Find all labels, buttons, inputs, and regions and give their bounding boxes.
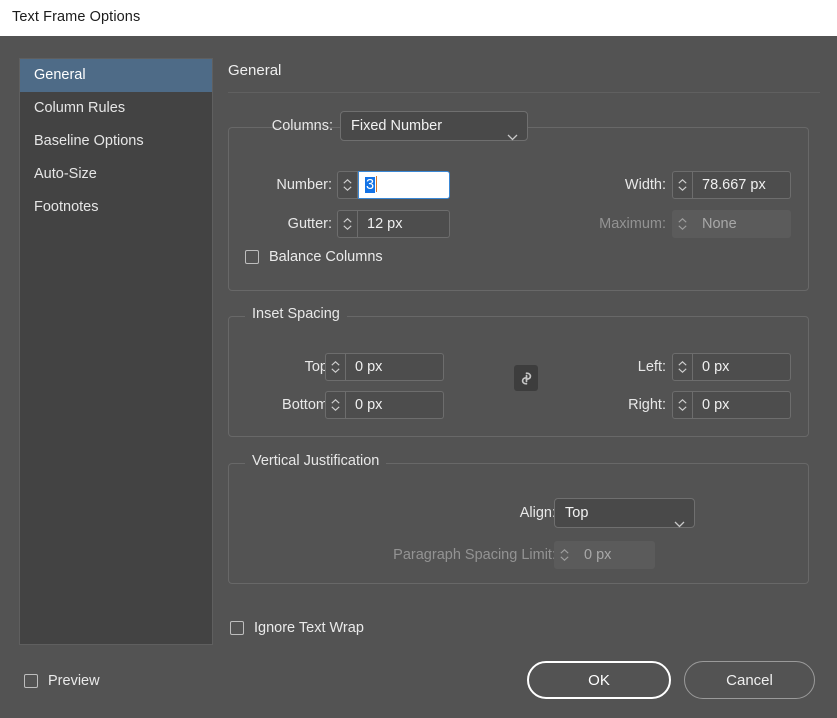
inset-right-stepper[interactable] bbox=[672, 391, 693, 419]
stepper-up-icon[interactable] bbox=[678, 361, 687, 366]
vertical-align-value: Top bbox=[565, 505, 589, 521]
checkbox-box[interactable] bbox=[230, 621, 244, 635]
columns-maximum-stepper bbox=[672, 210, 693, 238]
columns-gutter-input[interactable]: 12 px bbox=[358, 210, 450, 238]
preview-checkbox[interactable]: Preview bbox=[24, 673, 100, 689]
inset-bottom-input[interactable]: 0 px bbox=[346, 391, 444, 419]
columns-width-label: Width: bbox=[624, 177, 666, 193]
stepper-down-icon[interactable] bbox=[343, 186, 352, 191]
title-bar: Text Frame Options bbox=[0, 0, 837, 36]
stepper-down-icon bbox=[678, 225, 687, 230]
chevron-down-icon bbox=[674, 510, 685, 528]
columns-type-value: Fixed Number bbox=[351, 118, 443, 134]
sidebar-item-label: Footnotes bbox=[34, 199, 99, 215]
inset-top-input[interactable]: 0 px bbox=[346, 353, 444, 381]
inset-left-input[interactable]: 0 px bbox=[693, 353, 791, 381]
vertical-align-select[interactable]: Top bbox=[554, 498, 695, 528]
sidebar-item-auto-size[interactable]: Auto-Size bbox=[20, 158, 212, 191]
window-title: Text Frame Options bbox=[12, 9, 141, 25]
sidebar-item-label: General bbox=[34, 67, 86, 83]
inset-spacing-legend: Inset Spacing bbox=[245, 306, 347, 322]
columns-number-stepper[interactable] bbox=[337, 171, 358, 199]
inset-bottom-label: Bottom: bbox=[282, 397, 332, 413]
columns-type-label: Columns: bbox=[271, 118, 333, 134]
stepper-down-icon bbox=[560, 556, 569, 561]
columns-width-stepper[interactable] bbox=[672, 171, 693, 199]
stepper-up-icon[interactable] bbox=[678, 399, 687, 404]
stepper-down-icon[interactable] bbox=[331, 368, 340, 373]
stepper-up-icon bbox=[560, 549, 569, 554]
sidebar-item-column-rules[interactable]: Column Rules bbox=[20, 92, 212, 125]
stepper-down-icon[interactable] bbox=[678, 406, 687, 411]
vertical-justification-legend: Vertical Justification bbox=[245, 453, 387, 469]
page-title: General bbox=[228, 62, 282, 79]
ok-button[interactable]: OK bbox=[527, 661, 671, 699]
ok-button-label: OK bbox=[588, 671, 610, 689]
inset-left-value: 0 px bbox=[702, 359, 730, 375]
inset-top-value: 0 px bbox=[355, 359, 383, 375]
checkbox-box[interactable] bbox=[24, 674, 38, 688]
columns-number-value: 3 bbox=[365, 177, 376, 193]
balance-columns-checkbox[interactable]: Balance Columns bbox=[245, 249, 383, 265]
inset-bottom-value: 0 px bbox=[355, 397, 383, 413]
chain-link-icon[interactable] bbox=[514, 365, 538, 391]
pane-divider bbox=[228, 92, 820, 93]
stepper-up-icon[interactable] bbox=[331, 399, 340, 404]
inset-left-stepper[interactable] bbox=[672, 353, 693, 381]
text-frame-options-dialog: Text Frame Options General Column Rules … bbox=[0, 0, 837, 718]
cancel-button[interactable]: Cancel bbox=[684, 661, 815, 699]
columns-number-input[interactable]: 3 bbox=[358, 171, 450, 199]
cancel-button-label: Cancel bbox=[726, 671, 773, 689]
inset-top-stepper[interactable] bbox=[325, 353, 346, 381]
paragraph-spacing-limit-input: 0 px bbox=[575, 541, 655, 569]
stepper-up-icon[interactable] bbox=[343, 179, 352, 184]
sidebar-item-general[interactable]: General bbox=[20, 59, 212, 92]
columns-maximum-input: None bbox=[693, 210, 791, 238]
columns-gutter-stepper[interactable] bbox=[337, 210, 358, 238]
columns-width-value: 78.667 px bbox=[702, 177, 766, 193]
stepper-up-icon[interactable] bbox=[343, 218, 352, 223]
columns-maximum-value: None bbox=[702, 216, 737, 232]
inset-top-label: Top: bbox=[304, 359, 332, 375]
sidebar-nav-list: General Column Rules Baseline Options Au… bbox=[19, 58, 213, 645]
ignore-text-wrap-checkbox[interactable]: Ignore Text Wrap bbox=[230, 620, 364, 636]
preview-label: Preview bbox=[48, 673, 100, 689]
paragraph-spacing-limit-label: Paragraph Spacing Limit: bbox=[393, 547, 556, 563]
stepper-down-icon[interactable] bbox=[331, 406, 340, 411]
ignore-text-wrap-label: Ignore Text Wrap bbox=[254, 620, 364, 636]
inset-right-label: Right: bbox=[628, 397, 666, 413]
dialog-body: General Column Rules Baseline Options Au… bbox=[0, 36, 837, 718]
chevron-down-icon bbox=[507, 123, 518, 141]
columns-gutter-value: 12 px bbox=[367, 216, 403, 232]
paragraph-spacing-limit-value: 0 px bbox=[584, 547, 612, 563]
sidebar-item-label: Column Rules bbox=[34, 100, 126, 116]
balance-columns-label: Balance Columns bbox=[269, 249, 383, 265]
columns-number-label: Number: bbox=[276, 177, 332, 193]
sidebar-item-label: Baseline Options bbox=[34, 133, 144, 149]
stepper-up-icon[interactable] bbox=[331, 361, 340, 366]
columns-gutter-label: Gutter: bbox=[287, 216, 332, 232]
inset-left-label: Left: bbox=[637, 359, 666, 375]
settings-pane: General Columns: Fixed Number Number: 3 … bbox=[228, 58, 820, 658]
vertical-justification-group: Vertical Justification bbox=[228, 453, 809, 584]
stepper-down-icon[interactable] bbox=[343, 225, 352, 230]
stepper-up-icon bbox=[678, 218, 687, 223]
inset-right-value: 0 px bbox=[702, 397, 730, 413]
columns-maximum-label: Maximum: bbox=[599, 216, 666, 232]
inset-bottom-stepper[interactable] bbox=[325, 391, 346, 419]
columns-width-input[interactable]: 78.667 px bbox=[693, 171, 791, 199]
inset-right-input[interactable]: 0 px bbox=[693, 391, 791, 419]
checkbox-box[interactable] bbox=[245, 250, 259, 264]
sidebar-item-baseline-options[interactable]: Baseline Options bbox=[20, 125, 212, 158]
sidebar-item-label: Auto-Size bbox=[34, 166, 97, 182]
stepper-down-icon[interactable] bbox=[678, 368, 687, 373]
stepper-up-icon[interactable] bbox=[678, 179, 687, 184]
vertical-align-label: Align: bbox=[519, 505, 556, 521]
sidebar-item-footnotes[interactable]: Footnotes bbox=[20, 191, 212, 224]
columns-group bbox=[228, 127, 809, 291]
text-caret bbox=[376, 176, 378, 192]
paragraph-spacing-limit-stepper bbox=[554, 541, 575, 569]
columns-type-select[interactable]: Fixed Number bbox=[340, 111, 528, 141]
stepper-down-icon[interactable] bbox=[678, 186, 687, 191]
